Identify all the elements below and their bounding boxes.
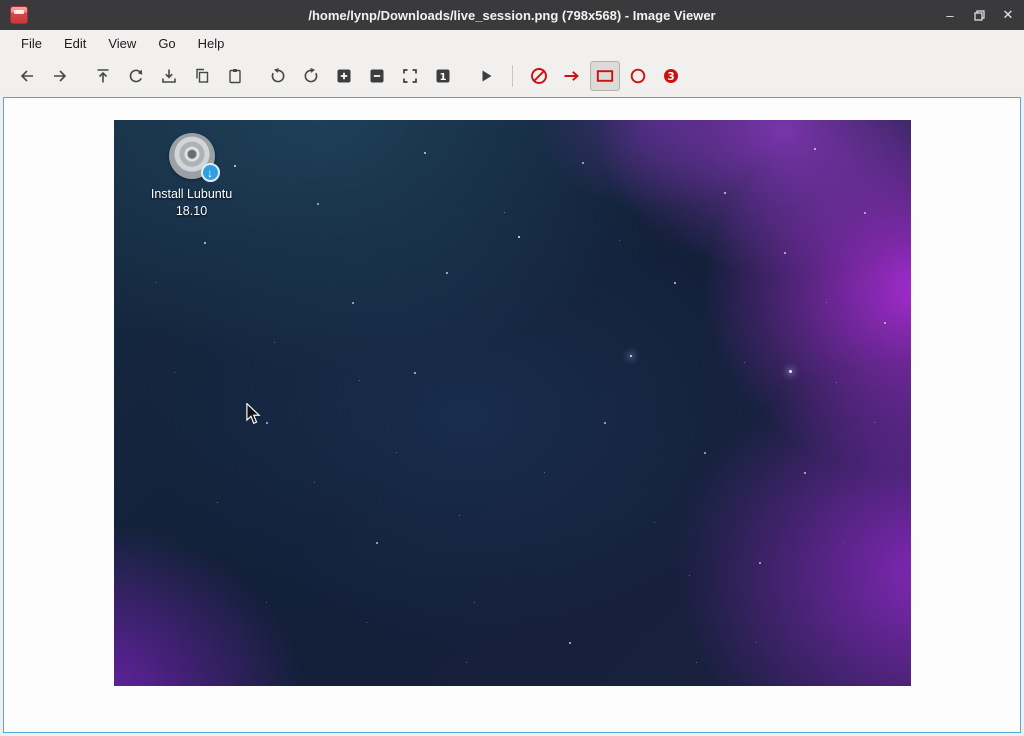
zoom-fit-icon xyxy=(401,67,419,85)
upload-icon xyxy=(94,67,112,85)
no-drawing-icon xyxy=(529,66,549,86)
back-arrow-icon xyxy=(18,67,36,85)
rotate-counterclockwise-icon xyxy=(269,67,287,85)
titlebar[interactable]: /home/lynp/Downloads/live_session.png (7… xyxy=(0,0,1024,30)
upload-button[interactable] xyxy=(88,61,118,91)
menu-edit[interactable]: Edit xyxy=(53,33,97,54)
minimize-button[interactable]: – xyxy=(942,7,958,23)
menu-view[interactable]: View xyxy=(97,33,147,54)
restore-icon xyxy=(974,10,985,21)
play-icon xyxy=(477,67,495,85)
zoom-in-icon xyxy=(335,67,353,85)
save-file-button[interactable] xyxy=(154,61,184,91)
download-badge-icon: ↓ xyxy=(201,163,220,182)
close-button[interactable]: ✕ xyxy=(1000,7,1016,23)
stars-dim xyxy=(114,120,115,121)
window-title: /home/lynp/Downloads/live_session.png (7… xyxy=(120,8,904,23)
cd-disc-icon: ↓ xyxy=(169,133,215,179)
draw-arrow-button[interactable] xyxy=(557,61,587,91)
draw-circle-icon xyxy=(628,66,648,86)
toolbar-separator xyxy=(512,65,513,87)
toolbar: 1 3 xyxy=(0,57,1024,94)
zoom-out-button[interactable] xyxy=(362,61,392,91)
draw-none-button[interactable] xyxy=(524,61,554,91)
draw-number-icon: 3 xyxy=(661,66,681,86)
bright-star xyxy=(789,370,792,373)
menubar: File Edit View Go Help xyxy=(0,30,1024,57)
rotate-cw-button[interactable] xyxy=(296,61,326,91)
draw-rectangle-icon xyxy=(595,66,615,86)
menu-help[interactable]: Help xyxy=(187,33,236,54)
rotate-ccw-button[interactable] xyxy=(263,61,293,91)
viewed-image[interactable]: ↓ Install Lubuntu 18.10 xyxy=(114,120,911,686)
zoom-in-button[interactable] xyxy=(329,61,359,91)
image-viewer-window: /home/lynp/Downloads/live_session.png (7… xyxy=(0,0,1024,736)
rotate-clockwise-icon xyxy=(302,67,320,85)
draw-rectangle-button[interactable] xyxy=(590,61,620,91)
draw-arrow-icon xyxy=(562,66,582,86)
menu-go[interactable]: Go xyxy=(147,33,186,54)
zoom-original-icon: 1 xyxy=(434,67,452,85)
maximize-button[interactable] xyxy=(971,7,987,23)
draw-number-label: 3 xyxy=(667,70,674,82)
next-file-button[interactable] xyxy=(45,61,75,91)
image-view-area[interactable]: ↓ Install Lubuntu 18.10 xyxy=(3,97,1021,733)
bright-star xyxy=(630,355,632,357)
desktop-icon-label-line1: Install Lubuntu xyxy=(151,186,232,203)
zoom-out-icon xyxy=(368,67,386,85)
content-area: ↓ Install Lubuntu 18.10 xyxy=(0,94,1024,736)
app-icon xyxy=(10,6,28,24)
zoom-fit-button[interactable] xyxy=(395,61,425,91)
window-controls: – ✕ xyxy=(942,7,1016,23)
forward-arrow-icon xyxy=(51,67,69,85)
copy-icon xyxy=(193,67,211,85)
desktop-icon-label-line2: 18.10 xyxy=(151,203,232,220)
slideshow-play-button[interactable] xyxy=(471,61,501,91)
paste-icon xyxy=(226,67,244,85)
reload-button[interactable] xyxy=(121,61,151,91)
copy-button[interactable] xyxy=(187,61,217,91)
zoom-original-label: 1 xyxy=(440,71,447,82)
draw-number-button[interactable]: 3 xyxy=(656,61,686,91)
draw-circle-button[interactable] xyxy=(623,61,653,91)
reload-icon xyxy=(127,67,145,85)
paste-button[interactable] xyxy=(220,61,250,91)
zoom-original-button[interactable]: 1 xyxy=(428,61,458,91)
menu-file[interactable]: File xyxy=(10,33,53,54)
install-lubuntu-desktop-icon: ↓ Install Lubuntu 18.10 xyxy=(136,133,248,220)
desktop-icon-label: Install Lubuntu 18.10 xyxy=(151,186,232,220)
mouse-cursor xyxy=(245,403,261,425)
save-icon xyxy=(160,67,178,85)
previous-file-button[interactable] xyxy=(12,61,42,91)
